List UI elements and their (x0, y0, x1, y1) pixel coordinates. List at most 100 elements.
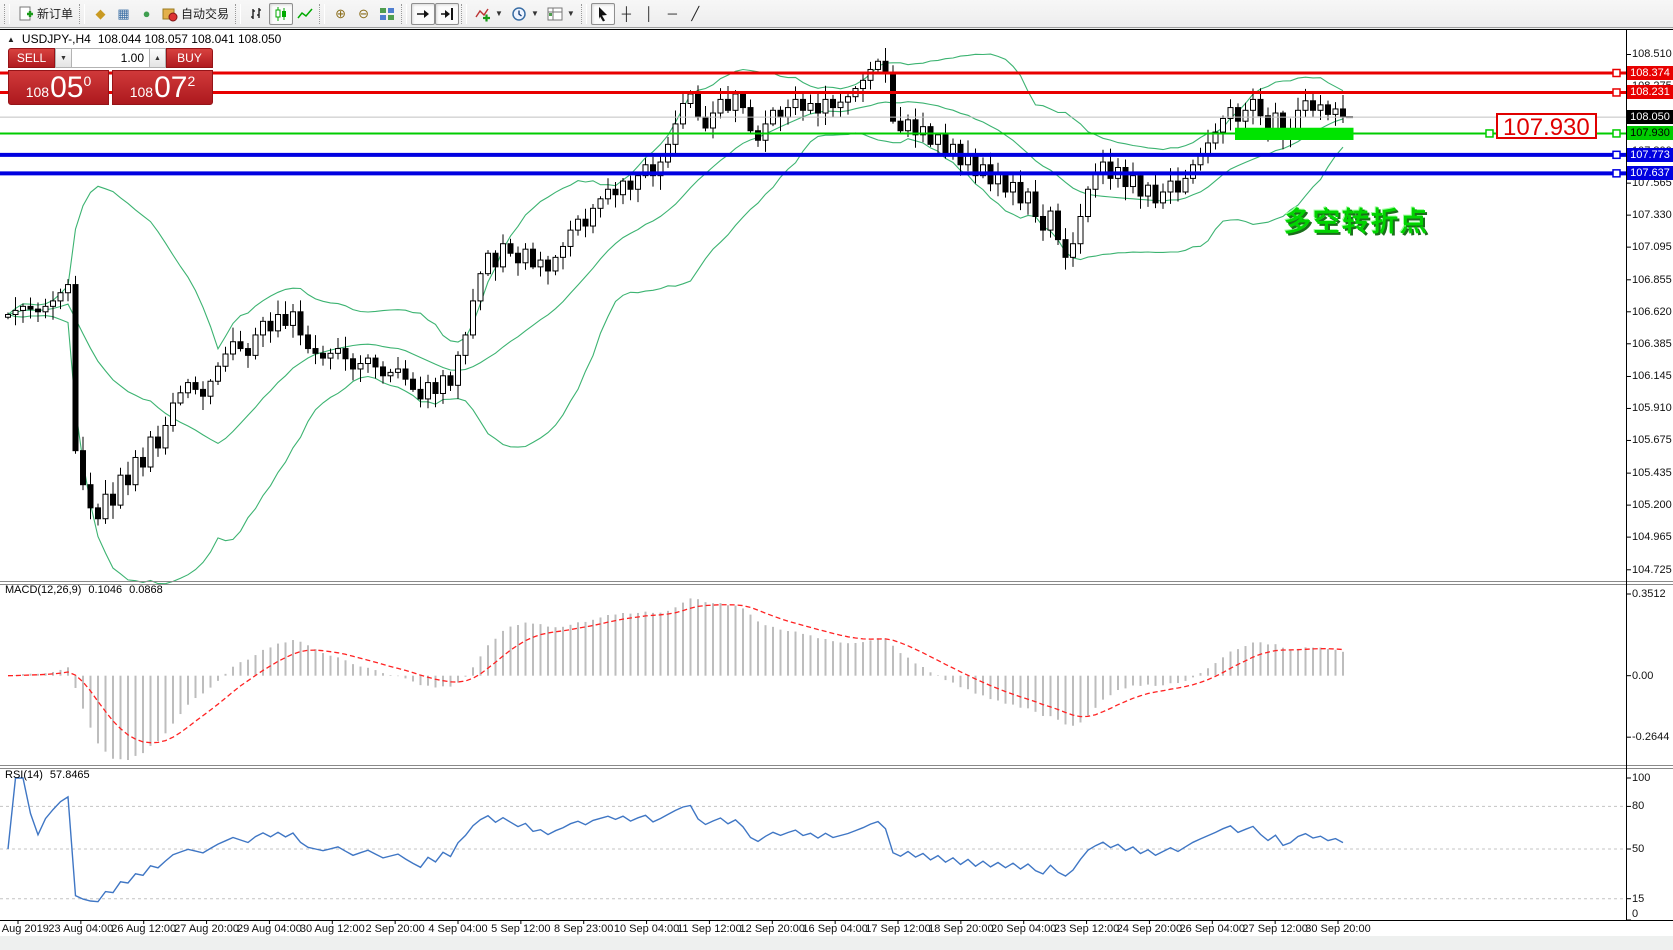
crosshair-button[interactable]: ┼ (615, 3, 638, 25)
rsi-value: 57.8465 (49, 769, 90, 781)
zoom-out-icon: ⊖ (358, 6, 369, 21)
line-chart-icon (297, 8, 313, 18)
auto-scroll-icon (417, 9, 430, 18)
time-label: 23 Aug 04:00 (48, 923, 114, 935)
indicators-icon (475, 8, 491, 21)
macd-tick-label: 0.3512 (1632, 588, 1666, 600)
macd-label: MACD(12,26,9) (5, 584, 82, 596)
buy-button[interactable]: BUY (166, 48, 213, 68)
price-tick-label: 105.435 (1632, 467, 1672, 480)
time-label: 26 Aug 12:00 (111, 923, 177, 935)
horizontal-line-icon: ─ (667, 6, 677, 21)
rsi-tick-label: 80 (1632, 800, 1645, 813)
toolbar-group-separator (4, 3, 10, 24)
volume-increase-button[interactable]: ▲ (149, 48, 166, 68)
trendline-button[interactable]: ╱ (684, 3, 707, 25)
price-tick-label: 105.200 (1632, 499, 1672, 512)
auto-trading-button[interactable]: 自动交易 (158, 3, 233, 25)
market-watch-button[interactable]: ▦ (112, 3, 135, 25)
macd-tick-label: -0.2644 (1632, 731, 1670, 744)
time-label: 27 Aug 20:00 (174, 923, 239, 935)
volume-decrease-button[interactable]: ▼ (55, 48, 72, 68)
vertical-line-icon: │ (645, 6, 654, 21)
time-label: 24 Sep 20:00 (1116, 923, 1183, 935)
price-tick-label: 104.725 (1632, 563, 1672, 576)
chevron-down-icon: ▼ (566, 9, 575, 18)
zoom-in-button[interactable]: ⊕ (329, 3, 352, 25)
time-label: 12 Sep 20:00 (739, 923, 806, 935)
macd-header: MACD(12,26,9) 0.1046 0.0868 (5, 584, 163, 596)
zoom-in-icon: ⊕ (335, 6, 346, 21)
ohlc-values: 108.044 108.057 108.041 108.050 (97, 32, 282, 46)
time-label: 23 Sep 12:00 (1053, 923, 1120, 935)
time-label: 16 Sep 04:00 (802, 923, 868, 935)
buy-price[interactable]: 108 07 2 (112, 70, 213, 105)
rsi-tick-label: 50 (1632, 843, 1645, 855)
time-label: 10 Sep 04:00 (613, 923, 680, 935)
sell-price[interactable]: 108 05 0 (8, 70, 109, 105)
chart-shift-icon (441, 7, 454, 20)
chart-shift-button[interactable] (435, 2, 460, 25)
line-chart-button[interactable] (293, 3, 317, 25)
time-label: 20 Sep 04:00 (990, 923, 1057, 935)
bar-chart-icon (251, 7, 262, 19)
new-order-button[interactable]: 新订单 (14, 3, 77, 25)
toolbar-group-separator (319, 3, 326, 24)
rsi-header: RSI(14) 57.8465 (5, 769, 90, 781)
sell-button[interactable]: SELL (8, 48, 55, 68)
macd-value: 0.1046 (88, 584, 123, 596)
candlestick-chart-button[interactable] (269, 2, 294, 25)
volume-input[interactable]: 1.00 (72, 48, 149, 68)
candlestick-chart-icon (275, 6, 287, 21)
toolbar-group-separator (401, 3, 408, 24)
chart-canvas[interactable] (0, 0, 1673, 950)
new-order-label: 新订单 (37, 7, 74, 21)
periods-icon (512, 6, 526, 21)
price-tick-label: 104.965 (1632, 531, 1672, 544)
one-click-trading-panel: SELL ▼ 1.00 ▲ BUY 108 05 0 108 07 2 (8, 48, 220, 105)
macd-tick-label: 0.00 (1632, 669, 1654, 682)
auto-trading-icon (162, 8, 178, 21)
toolbar-group-separator (79, 3, 86, 24)
vertical-line-button[interactable]: │ (638, 3, 661, 25)
time-label: 18 Sep 20:00 (928, 923, 994, 935)
navigator-button[interactable]: ● (135, 3, 158, 25)
collapse-panel-icon[interactable]: ▲ (7, 35, 15, 44)
periods-button[interactable]: ▼ (507, 3, 543, 25)
auto-scroll-button[interactable] (411, 2, 436, 25)
tile-windows-button[interactable] (375, 3, 399, 25)
time-label: 30 Sep 20:00 (1305, 923, 1371, 935)
crosshair-icon: ┼ (621, 6, 631, 21)
macd-signal-value: 0.0868 (129, 584, 163, 596)
indicators-button[interactable]: ▼ (471, 3, 507, 25)
price-tick-label: 106.855 (1632, 273, 1672, 286)
price-tick-label: 107.095 (1632, 241, 1672, 254)
level-price-tag: 107.637 (1627, 166, 1673, 181)
price-callout: 107.930 (1496, 113, 1597, 140)
chart-title: ▲ USDJPY-,H4 108.044 108.057 108.041 108… (7, 32, 281, 46)
trendline-icon: ╱ (691, 6, 700, 21)
new-chart-button[interactable]: ◆ (89, 3, 112, 25)
bar-chart-button[interactable] (245, 3, 269, 25)
volume-spinner: ▼ 1.00 ▲ (55, 48, 166, 68)
current-price-tag: 108.050 (1627, 110, 1673, 125)
time-label: 26 Sep 04:00 (1179, 923, 1246, 935)
price-tick-label: 107.330 (1632, 209, 1672, 222)
price-tick-label: 105.675 (1632, 434, 1672, 447)
cursor-button[interactable] (590, 2, 615, 25)
price-tick-label: 106.385 (1632, 337, 1672, 350)
level-price-tag: 107.930 (1627, 126, 1673, 141)
zoom-out-button[interactable]: ⊖ (352, 3, 375, 25)
rsi-tick-label: 100 (1632, 772, 1651, 784)
time-label: 21 Aug 2019 (0, 923, 49, 935)
time-label: 2 Sep 20:00 (365, 923, 425, 935)
time-label: 17 Sep 12:00 (865, 923, 931, 935)
symbol-period-label: USDJPY-,H4 (21, 32, 91, 46)
rsi-label: RSI(14) (5, 769, 43, 781)
time-label: 4 Sep 04:00 (428, 923, 488, 935)
price-tick-label: 106.145 (1632, 370, 1672, 383)
rsi-tick-label: 15 (1632, 892, 1645, 905)
horizontal-line-button[interactable]: ─ (661, 3, 684, 25)
toolbar-group-separator (461, 3, 468, 24)
templates-button[interactable]: ▼ (543, 3, 579, 25)
